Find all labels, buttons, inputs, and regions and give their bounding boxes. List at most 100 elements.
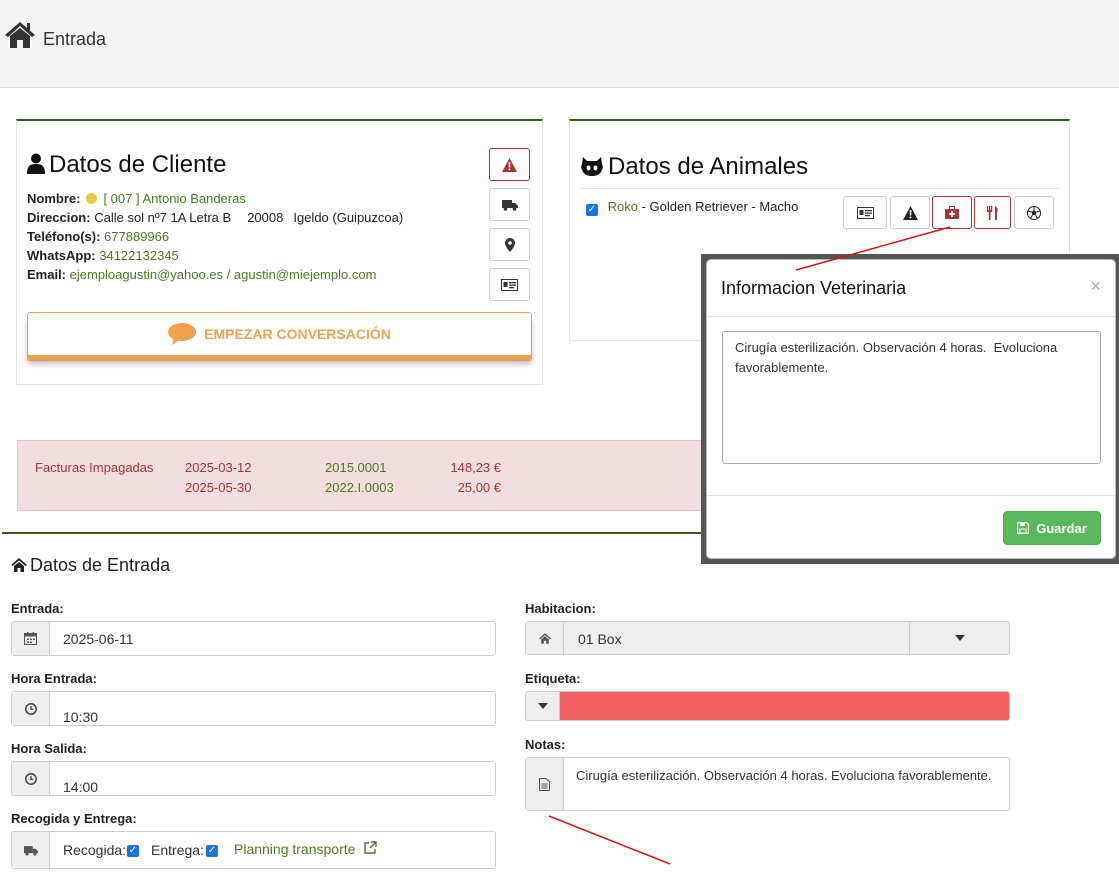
planning-transport-link[interactable]: Planning transporte xyxy=(234,841,355,857)
map-marker-icon xyxy=(504,237,515,252)
entrada-date-value: 2025-06-11 xyxy=(63,631,134,647)
habitacion-select[interactable]: 01 Box xyxy=(525,621,1010,655)
animal-vet-button[interactable] xyxy=(932,196,972,229)
notas-label: Notas: xyxy=(525,737,566,752)
client-info: Nombre: [ 007 ] Antonio Banderas Direccio… xyxy=(27,189,403,284)
recogida-checkbox[interactable]: ✓ xyxy=(127,845,139,857)
soccer-ball-icon xyxy=(1027,205,1041,220)
hora-entrada-input[interactable]: 10:30 xyxy=(11,691,496,726)
habitacion-label: Habitacion: xyxy=(525,601,596,616)
truck-icon xyxy=(23,845,38,856)
github-cat-icon xyxy=(581,157,603,176)
entrada-date-input[interactable]: 2025-06-11 xyxy=(11,621,496,656)
email-link[interactable]: ejemploagustin@yahoo.es / agustin@miejem… xyxy=(70,267,377,282)
entry-section-title: Datos de Entrada xyxy=(11,555,170,576)
chat-bubble-icon xyxy=(168,323,197,345)
notas-value: Cirugía esterilización. Observación 4 ho… xyxy=(576,768,992,783)
whatsapp-label: WhatsApp: xyxy=(27,248,96,263)
invoice-number-link[interactable]: 2015.0001 xyxy=(325,460,386,475)
animals-panel-title: Datos de Animales xyxy=(580,153,808,181)
recogida-entrega-label: Recogida y Entrega: xyxy=(11,811,137,826)
email-label: Email: xyxy=(27,267,67,282)
unpaid-invoices-label: Facturas Impagadas xyxy=(35,460,154,475)
section-border xyxy=(2,532,702,534)
etiqueta-color-select[interactable] xyxy=(525,691,1010,721)
client-alert-button[interactable] xyxy=(489,148,530,181)
notas-textarea[interactable]: Cirugía esterilización. Observación 4 ho… xyxy=(525,757,1010,811)
entrega-checkbox[interactable]: ✓ xyxy=(206,845,218,857)
save-button-label: Guardar xyxy=(1036,520,1087,536)
nombre-label: Nombre: xyxy=(27,191,81,206)
etiqueta-label: Etiqueta: xyxy=(525,671,581,686)
invoice-date: 2025-05-30 xyxy=(185,480,252,495)
user-icon xyxy=(27,153,45,174)
home-icon xyxy=(5,22,35,48)
status-dot xyxy=(86,193,98,204)
animal-food-button[interactable] xyxy=(974,196,1011,229)
truck-icon xyxy=(501,199,518,211)
client-name-link[interactable]: [ 007 ] Antonio Banderas xyxy=(103,191,245,206)
animal-alert-button[interactable] xyxy=(890,196,930,229)
home-icon xyxy=(11,558,27,572)
animal-checkbox[interactable]: ✓ xyxy=(586,204,598,216)
hora-entrada-value: 10:30 xyxy=(63,709,99,725)
animal-toy-button[interactable] xyxy=(1014,196,1054,229)
recogida-label: Recogida: xyxy=(63,842,127,858)
modal-footer-divider xyxy=(707,495,1115,496)
cutlery-icon xyxy=(986,205,998,220)
invoice-date: 2025-03-12 xyxy=(185,460,252,475)
save-button[interactable]: Guardar xyxy=(1003,511,1101,545)
etiqueta-dropdown-toggle[interactable] xyxy=(526,692,560,720)
file-text-icon xyxy=(539,777,550,791)
postal-code: 20008 xyxy=(247,210,284,225)
animal-row: ✓ Roko - Golden Retriever - Macho xyxy=(586,199,798,216)
animal-details: - Golden Retriever - Macho xyxy=(637,199,799,214)
file-addon xyxy=(526,758,564,810)
unpaid-invoices-alert: Facturas Impagadas 2025-03-12 2015.0001 … xyxy=(17,440,717,511)
entrega-label: Entrega: xyxy=(151,842,204,858)
clock-addon xyxy=(12,762,50,795)
home-addon xyxy=(526,622,564,654)
client-transport-button[interactable] xyxy=(489,188,530,221)
invoice-amount: 148,23 € xyxy=(450,460,501,475)
start-conversation-button[interactable]: EMPEZAR CONVERSACIÓN xyxy=(27,312,532,356)
client-location-button[interactable] xyxy=(489,228,530,261)
calendar-addon xyxy=(12,622,50,655)
clock-addon xyxy=(12,692,50,725)
invoice-amount: 25,00 € xyxy=(457,480,501,495)
animal-name-link[interactable]: Roko xyxy=(608,199,638,214)
client-panel-title: Datos de Cliente xyxy=(27,151,226,179)
calendar-icon xyxy=(24,632,37,645)
whatsapp-link[interactable]: 34122132345 xyxy=(99,248,179,263)
habitacion-dropdown-toggle[interactable] xyxy=(909,622,1009,654)
direccion-label: Direccion: xyxy=(27,210,91,225)
start-conversation-label: EMPEZAR CONVERSACIÓN xyxy=(204,326,391,342)
animal-card-button[interactable] xyxy=(843,196,887,229)
invoice-number-link[interactable]: 2022.I.0003 xyxy=(325,480,394,495)
client-card-button[interactable] xyxy=(489,268,530,301)
vet-info-modal: Informacion Veterinaria × Cirugía esteri… xyxy=(706,259,1116,559)
city: Igeldo (Guipuzcoa) xyxy=(293,210,404,225)
top-bar: Entrada xyxy=(0,0,1119,88)
warning-icon xyxy=(502,157,517,172)
hora-salida-label: Hora Salida: xyxy=(11,741,87,756)
page-title: Entrada xyxy=(43,29,107,49)
client-panel: Datos de Cliente Nombre: [ 007 ] Antonio … xyxy=(16,119,543,385)
warning-icon xyxy=(902,205,918,220)
caret-down-icon xyxy=(537,703,548,709)
modal-title: Informacion Veterinaria xyxy=(721,278,907,298)
id-card-icon xyxy=(501,278,518,291)
floppy-disk-icon xyxy=(1017,522,1030,534)
external-link-icon[interactable] xyxy=(364,841,377,854)
close-icon[interactable]: × xyxy=(1090,276,1101,297)
direccion-value: Calle sol nº7 1A Letra B xyxy=(94,210,232,225)
etiqueta-color-swatch xyxy=(560,692,1009,720)
hora-salida-input[interactable]: 14:00 xyxy=(11,761,496,796)
clock-icon xyxy=(24,772,37,785)
divider xyxy=(580,188,1060,189)
vet-info-textarea[interactable]: Cirugía esterilización. Observación 4 ho… xyxy=(722,331,1101,464)
modal-header-divider xyxy=(707,316,1115,317)
hora-salida-value: 14:00 xyxy=(63,779,99,795)
phone-link[interactable]: 677889966 xyxy=(104,229,169,244)
entrada-label: Entrada: xyxy=(11,601,64,616)
